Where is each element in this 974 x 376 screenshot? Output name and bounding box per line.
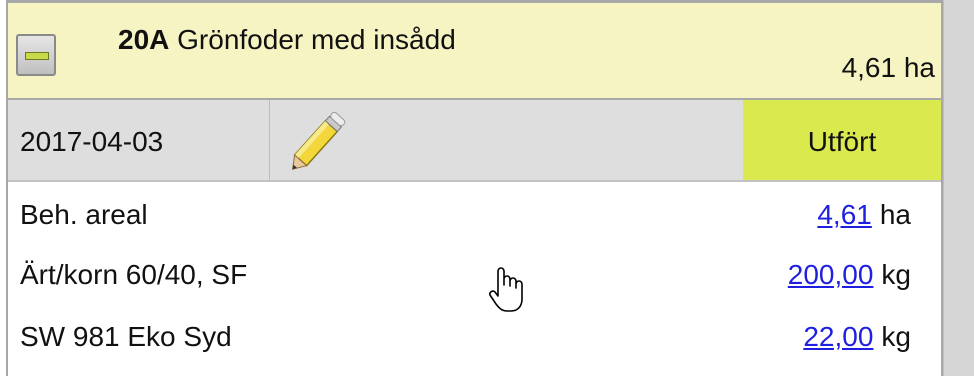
minus-icon	[25, 52, 49, 60]
row-label: Beh. areal	[20, 199, 148, 230]
field-title: 20A Grönfoder med insådd	[118, 23, 456, 57]
field-area: 4,61 ha	[841, 52, 935, 83]
crop-name: Grönfoder med insådd	[177, 24, 456, 55]
collapse-button[interactable]	[16, 34, 56, 76]
amount-link[interactable]: 22,00	[803, 321, 873, 352]
row-value: 22,00 kg	[803, 320, 911, 354]
row-value: 4,61 ha	[817, 198, 911, 232]
amount-link[interactable]: 4,61	[817, 199, 872, 230]
operation-row: 2017-04-03 Utfört	[8, 100, 941, 182]
detail-row-seed-mix: Ärt/korn 60/40, SF 200,00 kg	[8, 248, 941, 300]
row-label: Ärt/korn 60/40, SF	[20, 259, 248, 290]
pencil-icon	[291, 111, 346, 170]
unit-label: ha	[879, 199, 911, 230]
vertical-scrollbar[interactable]	[943, 0, 974, 376]
date-cell: 2017-04-03	[8, 100, 270, 180]
hand-cursor-icon	[489, 267, 523, 312]
unit-label: kg	[881, 259, 911, 290]
row-value: 200,00 kg	[788, 258, 911, 292]
amount-link[interactable]: 200,00	[788, 259, 874, 290]
edit-button[interactable]	[278, 104, 358, 178]
row-label: SW 981 Eko Syd	[20, 321, 232, 352]
field-panel: 20A Grönfoder med insådd 4,61 ha 2017-04…	[6, 0, 943, 376]
field-code: 20A	[118, 24, 170, 55]
unit-label: kg	[881, 321, 911, 352]
status-button[interactable]: Utfört	[743, 100, 941, 180]
detail-row-undersown: SW 981 Eko Syd 22,00 kg	[8, 310, 941, 362]
field-header: 20A Grönfoder med insådd 4,61 ha	[8, 0, 941, 100]
operation-date: 2017-04-03	[20, 126, 164, 157]
detail-row-treated-area: Beh. areal 4,61 ha	[8, 188, 941, 240]
status-label: Utfört	[807, 126, 877, 157]
